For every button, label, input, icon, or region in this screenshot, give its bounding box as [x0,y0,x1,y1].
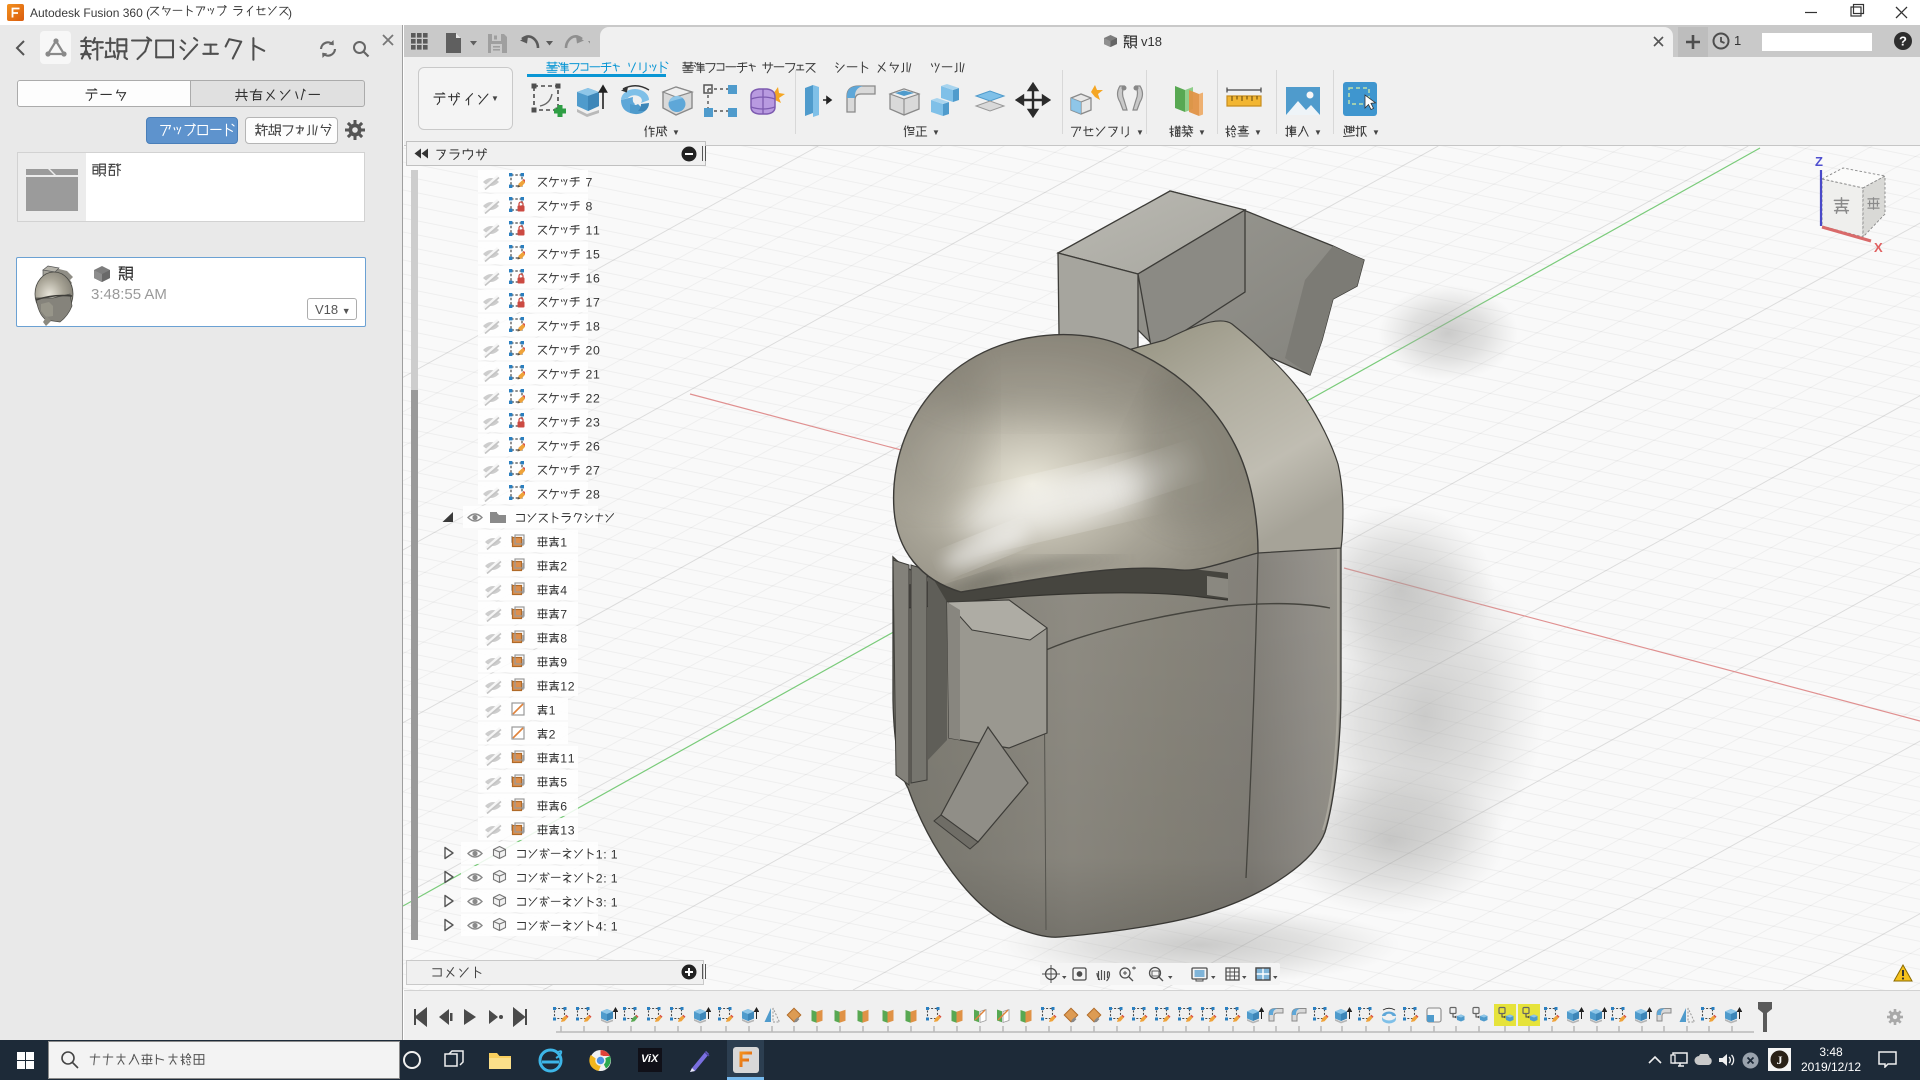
svg-text:3: 3 [568,823,575,837]
svg-text:4: 4 [596,919,603,933]
svg-text:0: 0 [593,343,600,357]
svg-text:2: 2 [549,727,556,741]
svg-text:7: 7 [593,295,600,309]
svg-text:1: 1 [593,367,600,381]
svg-text:Z: Z [1815,154,1823,169]
svg-text:5: 5 [560,775,567,789]
svg-text:1: 1 [549,703,556,717]
svg-text:1: 1 [586,271,593,285]
svg-text:1: 1 [568,751,575,765]
svg-text:2: 2 [586,487,593,501]
svg-text::: : [603,895,606,909]
svg-text:1: 1 [560,535,567,549]
svg-text:1: 1 [586,223,593,237]
svg-text:6: 6 [560,799,567,813]
svg-text:1: 1 [586,295,593,309]
svg-text:8: 8 [560,631,567,645]
svg-text:2: 2 [586,367,593,381]
svg-text:8: 8 [586,199,593,213]
svg-text:1: 1 [560,751,567,765]
svg-text:2: 2 [586,439,593,453]
svg-text:7: 7 [593,463,600,477]
svg-text:2: 2 [586,415,593,429]
svg-text:9: 9 [560,655,567,669]
svg-text:?: ? [1899,34,1907,49]
svg-text:7: 7 [560,607,567,621]
svg-text:2: 2 [560,559,567,573]
svg-text:1: 1 [586,319,593,333]
svg-text:4: 4 [560,583,567,597]
svg-text:1: 1 [593,223,600,237]
svg-text:1: 1 [611,895,618,909]
svg-text:X: X [1874,240,1883,255]
svg-text:1: 1 [596,847,603,861]
svg-text:1: 1 [611,919,618,933]
svg-text::: : [603,871,606,885]
svg-text:2: 2 [586,391,593,405]
svg-text:1: 1 [560,823,567,837]
svg-text:3: 3 [593,415,600,429]
svg-text:2: 2 [586,463,593,477]
svg-text:7: 7 [586,175,593,189]
svg-text:2: 2 [593,391,600,405]
svg-text::: : [603,919,606,933]
svg-text:3: 3 [596,895,603,909]
svg-text:1: 1 [560,679,567,693]
svg-text:2: 2 [568,679,575,693]
svg-text::: : [603,847,606,861]
svg-text:8: 8 [593,487,600,501]
svg-text:1: 1 [611,871,618,885]
svg-text:8: 8 [593,319,600,333]
svg-text:5: 5 [593,247,600,261]
svg-text:2: 2 [586,343,593,357]
svg-text:2: 2 [596,871,603,885]
svg-text:6: 6 [593,439,600,453]
svg-text:1: 1 [586,247,593,261]
svg-text:1: 1 [611,847,618,861]
svg-text:6: 6 [593,271,600,285]
svg-text:J: J [1777,1053,1783,1067]
